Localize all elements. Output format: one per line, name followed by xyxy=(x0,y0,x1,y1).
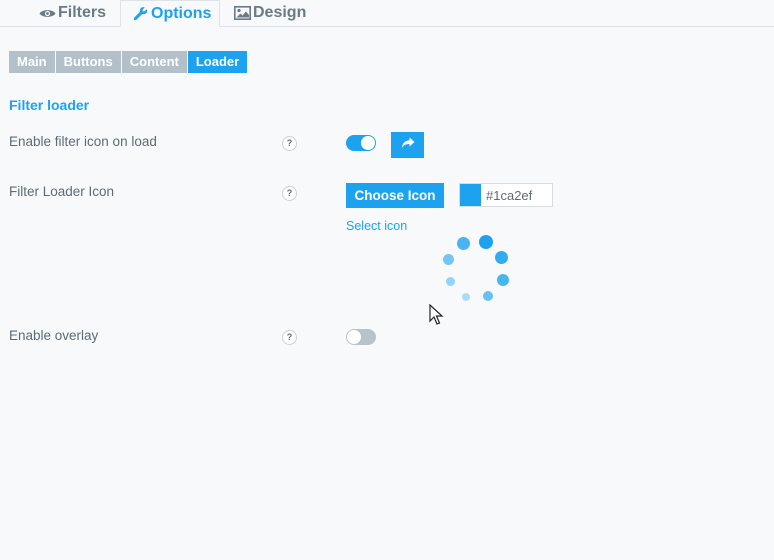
subtab-main[interactable]: Main xyxy=(9,51,55,73)
color-input[interactable] xyxy=(481,184,552,206)
image-icon xyxy=(233,5,251,21)
color-swatch[interactable] xyxy=(460,184,481,206)
subtab-loader[interactable]: Loader xyxy=(187,51,248,73)
enable-overlay-label: Enable overlay xyxy=(9,328,99,343)
loader-spinner-icon xyxy=(440,232,516,304)
spinner-dot xyxy=(497,274,509,286)
spinner-dot xyxy=(457,237,470,250)
enable-overlay-toggle[interactable] xyxy=(346,329,376,345)
spinner-dot xyxy=(495,251,508,264)
tab-options-label: Options xyxy=(151,4,212,22)
subtab-buttons[interactable]: Buttons xyxy=(55,51,121,73)
section-title: Filter loader xyxy=(9,97,90,113)
tab-filters[interactable]: Filters xyxy=(38,0,106,26)
subtab-content[interactable]: Content xyxy=(121,51,187,73)
eye-icon xyxy=(38,5,56,21)
share-icon xyxy=(401,136,415,154)
tab-filters-label: Filters xyxy=(58,4,107,21)
tab-design-label: Design xyxy=(253,4,307,21)
spinner-dot xyxy=(446,277,455,286)
help-icon[interactable]: ? xyxy=(282,186,297,201)
spinner-dot xyxy=(443,254,454,265)
help-icon[interactable]: ? xyxy=(282,330,297,345)
help-icon[interactable]: ? xyxy=(282,136,297,151)
spinner-dot xyxy=(483,291,493,301)
mouse-cursor-icon xyxy=(429,303,445,326)
spinner-dot xyxy=(462,293,470,301)
top-tab-bar: Filters Options Design xyxy=(0,0,774,27)
spinner-dot xyxy=(479,235,493,249)
loader-icon-label: Filter Loader Icon xyxy=(9,184,115,199)
enable-icon-label: Enable filter icon on load xyxy=(9,134,157,149)
tab-options[interactable]: Options xyxy=(120,0,220,27)
color-picker-field[interactable] xyxy=(459,183,553,207)
toggle-knob xyxy=(361,136,375,150)
toggle-knob xyxy=(347,330,361,344)
select-icon-link[interactable]: Select icon xyxy=(346,219,407,233)
choose-icon-button[interactable]: Choose Icon xyxy=(346,183,444,208)
wrench-icon xyxy=(131,6,149,22)
share-button[interactable] xyxy=(391,132,424,158)
enable-icon-toggle[interactable] xyxy=(346,135,376,151)
sub-tab-bar: Main Buttons Content Loader xyxy=(9,51,248,73)
tab-design[interactable]: Design xyxy=(233,0,306,26)
